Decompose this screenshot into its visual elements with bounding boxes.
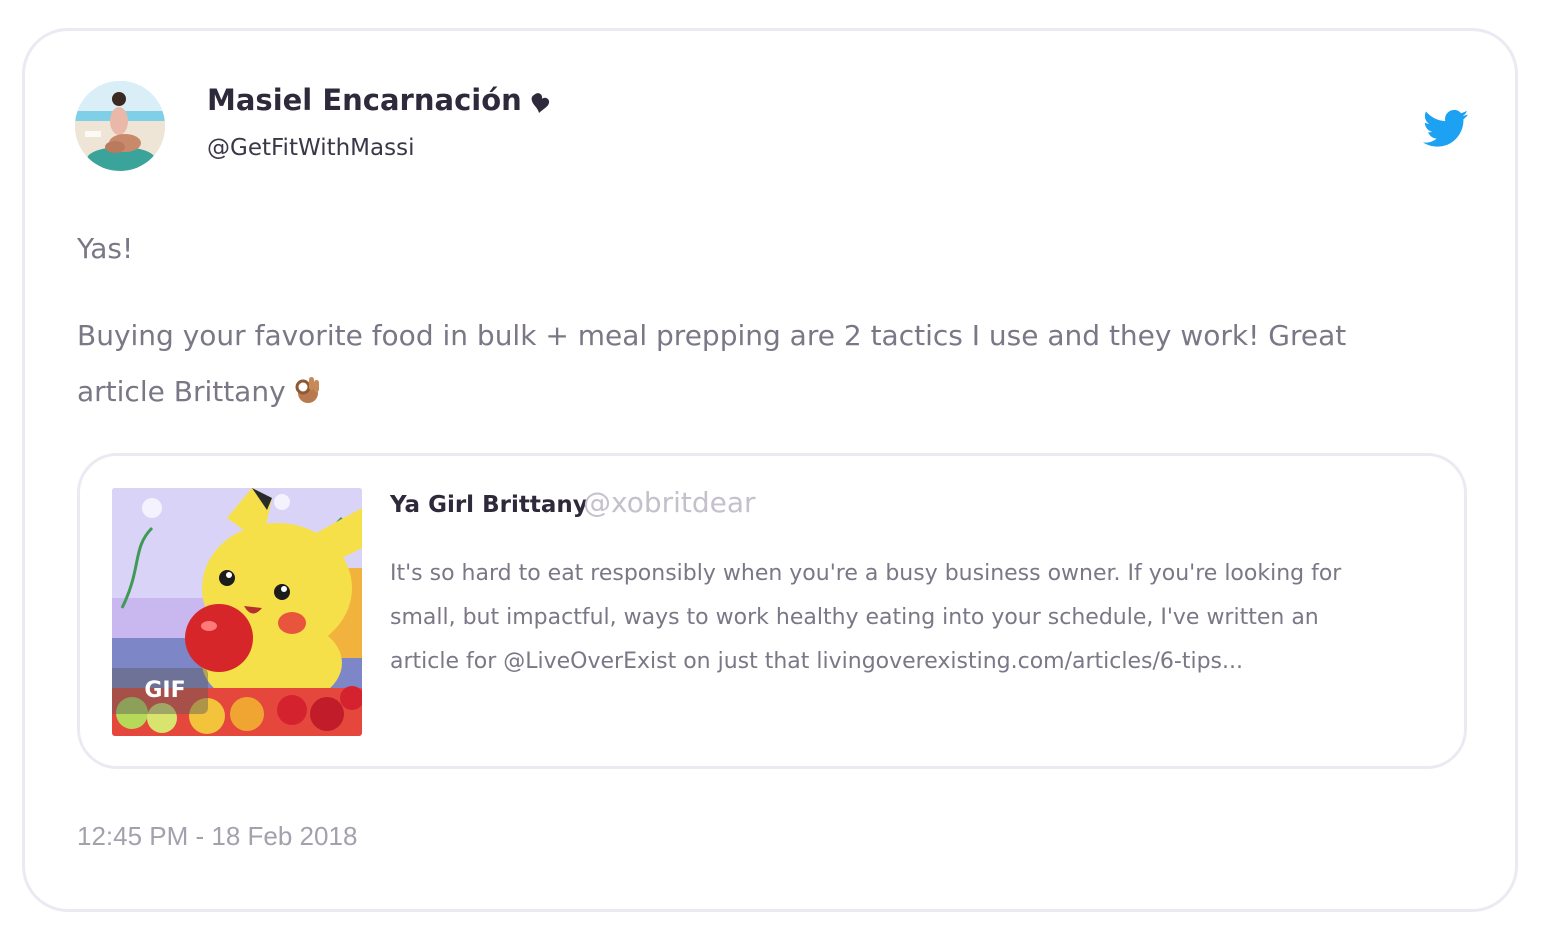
quoted-author-name[interactable]: Ya Girl Brittany [390, 492, 588, 518]
quoted-text-line-3: article for @LiveOverExist on just that … [390, 649, 1243, 674]
quoted-author-handle[interactable]: @xobritdear [583, 486, 756, 519]
gif-badge: GIF [112, 668, 208, 714]
author-name[interactable]: Masiel Encarnación [207, 83, 554, 117]
tweet-text-line-3: article Brittany [77, 364, 322, 420]
tweet-text-line-3-text: article Brittany [77, 375, 286, 408]
tweet-text-line-2: Buying your favorite food in bulk + meal… [77, 319, 1347, 352]
quoted-tweet[interactable]: GIF Ya Girl Brittany @xobritdear It's so… [77, 453, 1467, 769]
heart-emoji-icon [530, 88, 554, 113]
twitter-bird-icon[interactable] [1423, 109, 1469, 149]
tweet-text-line-1: Yas! [77, 232, 134, 265]
author-handle[interactable]: @GetFitWithMassi [207, 135, 414, 161]
ok-hand-emoji-icon [292, 367, 322, 403]
tweet-card: Masiel Encarnación @GetFitWithMassi Yas!… [22, 28, 1518, 912]
quoted-text-line-2: small, but impactful, ways to work healt… [390, 605, 1319, 630]
avatar-photo [75, 81, 165, 171]
author-name-text: Masiel Encarnación [207, 83, 522, 117]
quoted-gif-thumbnail[interactable]: GIF [112, 488, 362, 736]
tweet-timestamp[interactable]: 12:45 PM - 18 Feb 2018 [77, 821, 357, 852]
author-avatar[interactable] [75, 81, 165, 171]
quoted-text-line-1: It's so hard to eat responsibly when you… [390, 561, 1342, 586]
